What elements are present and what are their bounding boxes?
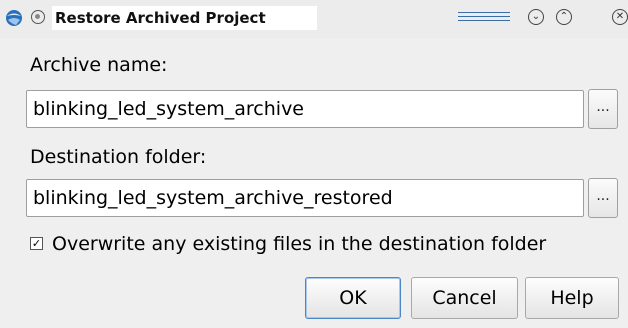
destination-folder-field-box — [26, 179, 584, 217]
window-menu-icon[interactable] — [31, 10, 45, 24]
destination-folder-label: Destination folder: — [30, 146, 207, 168]
archive-browse-button[interactable]: ... — [588, 89, 618, 129]
archive-name-label: Archive name: — [30, 54, 168, 76]
app-logo-icon[interactable] — [4, 8, 24, 28]
help-button[interactable]: Help — [525, 277, 619, 319]
ok-button[interactable]: OK — [305, 277, 401, 319]
overwrite-checkbox[interactable]: ✓ — [30, 237, 43, 250]
archive-name-field[interactable] — [27, 91, 573, 127]
window-title: Restore Archived Project — [52, 6, 317, 30]
title-bar[interactable]: Restore Archived Project ⌄ ⌃ ✕ — [0, 0, 628, 38]
close-icon[interactable]: ✕ — [612, 9, 628, 25]
destination-folder-field[interactable] — [27, 180, 573, 216]
cancel-button[interactable]: Cancel — [411, 277, 518, 319]
archive-name-field-box — [26, 90, 584, 128]
chevron-up-icon[interactable]: ⌃ — [556, 9, 572, 25]
chevron-down-icon[interactable]: ⌄ — [528, 9, 544, 25]
title-drag-grip[interactable] — [458, 12, 510, 26]
destination-browse-button[interactable]: ... — [588, 178, 618, 218]
overwrite-checkbox-label[interactable]: Overwrite any existing files in the dest… — [52, 232, 546, 256]
